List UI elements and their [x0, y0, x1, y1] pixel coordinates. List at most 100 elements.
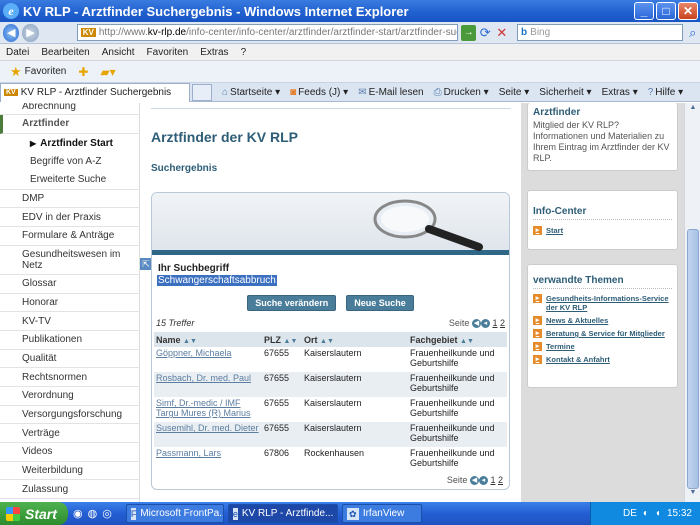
info-center-start-link[interactable]: ▸ Start	[528, 224, 677, 237]
taskbar-item-ie[interactable]: e KV RLP - Arztfinde...	[227, 504, 338, 523]
pager-top: Seite ◀ ◂ 1 2	[449, 318, 505, 329]
search-input[interactable]: b Bing	[517, 24, 684, 41]
nav-item-kvtv[interactable]: KV-TV	[0, 312, 139, 331]
language-indicator[interactable]: DE	[623, 508, 637, 519]
related-link[interactable]: ▸ News & Aktuelles	[528, 314, 677, 327]
prev-page-icon[interactable]: ◂	[480, 319, 490, 329]
menu-extras[interactable]: Extras	[194, 47, 234, 58]
nav-item-versorgungsforschung[interactable]: Versorgungsforschung	[0, 406, 139, 425]
favorites-button[interactable]: Favoriten	[25, 66, 67, 77]
page-link-1[interactable]: 1	[490, 475, 495, 485]
related-link[interactable]: ▸ Kontakt & Anfahrt	[528, 353, 677, 366]
menu-favoriten[interactable]: Favoriten	[141, 47, 195, 58]
address-input[interactable]: KV http://www. kv-rlp.de/info-center/info…	[76, 24, 459, 41]
mail-button[interactable]: ✉ E-Mail lesen	[358, 87, 423, 98]
modify-search-button[interactable]: Suche verändern	[247, 295, 337, 311]
nav-item-abrechnung[interactable]: Abrechnung	[0, 103, 139, 115]
security-menu[interactable]: Sicherheit ▾	[539, 87, 591, 98]
tab-active[interactable]: KV KV RLP - Arztfinder Suchergebnis	[0, 82, 190, 102]
doctor-name-link[interactable]: Göppner, Michaela	[154, 347, 262, 372]
volume-icon[interactable]: ◖	[655, 508, 661, 519]
minimize-button[interactable]: _	[634, 2, 654, 20]
nav-item-videos[interactable]: Videos	[0, 443, 139, 462]
tab-favicon-icon: KV	[4, 89, 18, 96]
scrollbar-thumb[interactable]	[687, 229, 699, 489]
page-link-1[interactable]: 1	[492, 318, 497, 328]
scroll-up-icon[interactable]: ▲	[687, 104, 699, 116]
nav-item-dmp[interactable]: DMP	[0, 190, 139, 209]
nav-item-arztfinder[interactable]: Arztfinder	[0, 115, 139, 134]
menu-help[interactable]: ?	[235, 47, 253, 58]
feeds-button[interactable]: ◙ Feeds (J) ▾	[290, 87, 348, 98]
nav-item-edv[interactable]: EDV in der Praxis	[0, 208, 139, 228]
taskbar-item-irfanview[interactable]: ✿ IrfanView	[341, 504, 422, 523]
refresh-icon[interactable]: ⟳	[478, 25, 493, 41]
related-link[interactable]: ▸ Gesundheits-Informations-Service der KV…	[528, 292, 677, 314]
nav-item-gesundheitswesen[interactable]: Gesundheitswesen im Netz	[0, 246, 139, 275]
home-button[interactable]: ⌂ Startseite ▾	[222, 87, 280, 98]
nav-item-glossar[interactable]: Glossar	[0, 275, 139, 294]
quicklaunch-icon[interactable]: ◎	[102, 507, 112, 520]
doctor-name-link[interactable]: Susemihl, Dr. med. Dieter	[154, 422, 262, 448]
start-button[interactable]: Start	[0, 502, 68, 525]
nav-sub-erweiterte-suche[interactable]: Erweiterte Suche	[0, 171, 139, 190]
doctor-name-link[interactable]: Rosbach, Dr. med. Paul	[154, 372, 262, 398]
sort-icon[interactable]: ▲▼	[460, 338, 474, 345]
arztfinder-box-title: Arztfinder	[533, 107, 581, 118]
windows-flag-icon	[6, 506, 20, 521]
col-header-ort[interactable]: Ort ▲▼	[302, 332, 408, 348]
new-search-button[interactable]: Neue Suche	[346, 295, 414, 311]
menu-datei[interactable]: Datei	[0, 47, 35, 58]
first-page-icon[interactable]: ◀	[469, 476, 479, 485]
go-arrow-icon[interactable]: →	[461, 24, 476, 41]
related-link[interactable]: ▸ Beratung & Service für Mitglieder	[528, 327, 677, 340]
nav-item-zulassung[interactable]: Zulassung	[0, 480, 139, 500]
nav-item-vertraege[interactable]: Verträge	[0, 424, 139, 443]
doctor-name-link[interactable]: Passmann, Lars	[154, 447, 262, 472]
doctor-name-link[interactable]: Simf, Dr.-medic / IMF Targu Mures (R) Ma…	[154, 397, 262, 422]
back-arrow-icon[interactable]: ◀	[3, 23, 20, 42]
page-link-2[interactable]: 2	[498, 475, 503, 485]
nav-item-publikationen[interactable]: Publikationen	[0, 331, 139, 350]
page-menu[interactable]: Seite ▾	[499, 87, 530, 98]
home-label: Startseite	[230, 86, 273, 98]
forward-arrow-icon[interactable]: ▶	[22, 23, 39, 42]
add-favorite-icon[interactable]: ✚	[78, 65, 88, 79]
close-button[interactable]: ✕	[678, 2, 698, 20]
help-menu[interactable]: ? Hilfe ▾	[648, 87, 683, 98]
sort-icon[interactable]: ▲▼	[183, 338, 197, 345]
taskbar-item-frontpage[interactable]: F Microsoft FrontPa...	[125, 504, 224, 523]
quicklaunch-icon[interactable]: ◍	[88, 507, 98, 520]
maximize-button[interactable]: □	[656, 2, 676, 20]
new-tab-button[interactable]	[192, 83, 212, 101]
sort-icon[interactable]: ▲▼	[284, 338, 298, 345]
first-page-icon[interactable]: ◀	[471, 319, 481, 329]
col-header-fachgebiet[interactable]: Fachgebiet ▲▼	[408, 332, 507, 348]
print-button[interactable]: ⎙ Drucken ▾	[434, 87, 489, 98]
nav-item-weiterbildung[interactable]: Weiterbildung	[0, 462, 139, 481]
prev-page-icon[interactable]: ◂	[478, 476, 488, 485]
favorites-star-icon[interactable]: ★	[10, 64, 22, 80]
page-link-2[interactable]: 2	[500, 318, 505, 328]
tools-menu[interactable]: Extras ▾	[602, 87, 638, 98]
scroll-down-icon[interactable]: ▼	[687, 489, 699, 501]
nav-sub-arztfinder-start[interactable]: ▶ Arztfinder Start	[0, 134, 139, 153]
nav-item-verordnung[interactable]: Verordnung	[0, 387, 139, 406]
nav-item-rechtsnormen[interactable]: Rechtsnormen	[0, 368, 139, 387]
nav-item-qualitaet[interactable]: Qualität	[0, 350, 139, 369]
quicklaunch-icon[interactable]: ◉	[73, 507, 83, 520]
folder-icon[interactable]: ▰▾	[100, 65, 115, 79]
vertical-scrollbar[interactable]: ▲ ▼	[684, 103, 700, 502]
menu-bearbeiten[interactable]: Bearbeiten	[35, 47, 95, 58]
stop-icon[interactable]: ✕	[495, 25, 510, 41]
col-header-name[interactable]: Name ▲▼	[154, 332, 262, 348]
tray-icon[interactable]: ◐	[643, 508, 649, 519]
menu-ansicht[interactable]: Ansicht	[96, 47, 141, 58]
nav-item-formulare[interactable]: Formulare & Anträge	[0, 227, 139, 246]
nav-item-honorar[interactable]: Honorar	[0, 294, 139, 313]
sort-icon[interactable]: ▲▼	[320, 338, 334, 345]
related-link[interactable]: ▸ Termine	[528, 340, 677, 353]
nav-sub-begriffe[interactable]: Begriffe von A-Z	[0, 152, 139, 171]
search-icon[interactable]: ⌕	[685, 25, 700, 41]
col-header-plz[interactable]: PLZ ▲▼	[262, 332, 302, 348]
